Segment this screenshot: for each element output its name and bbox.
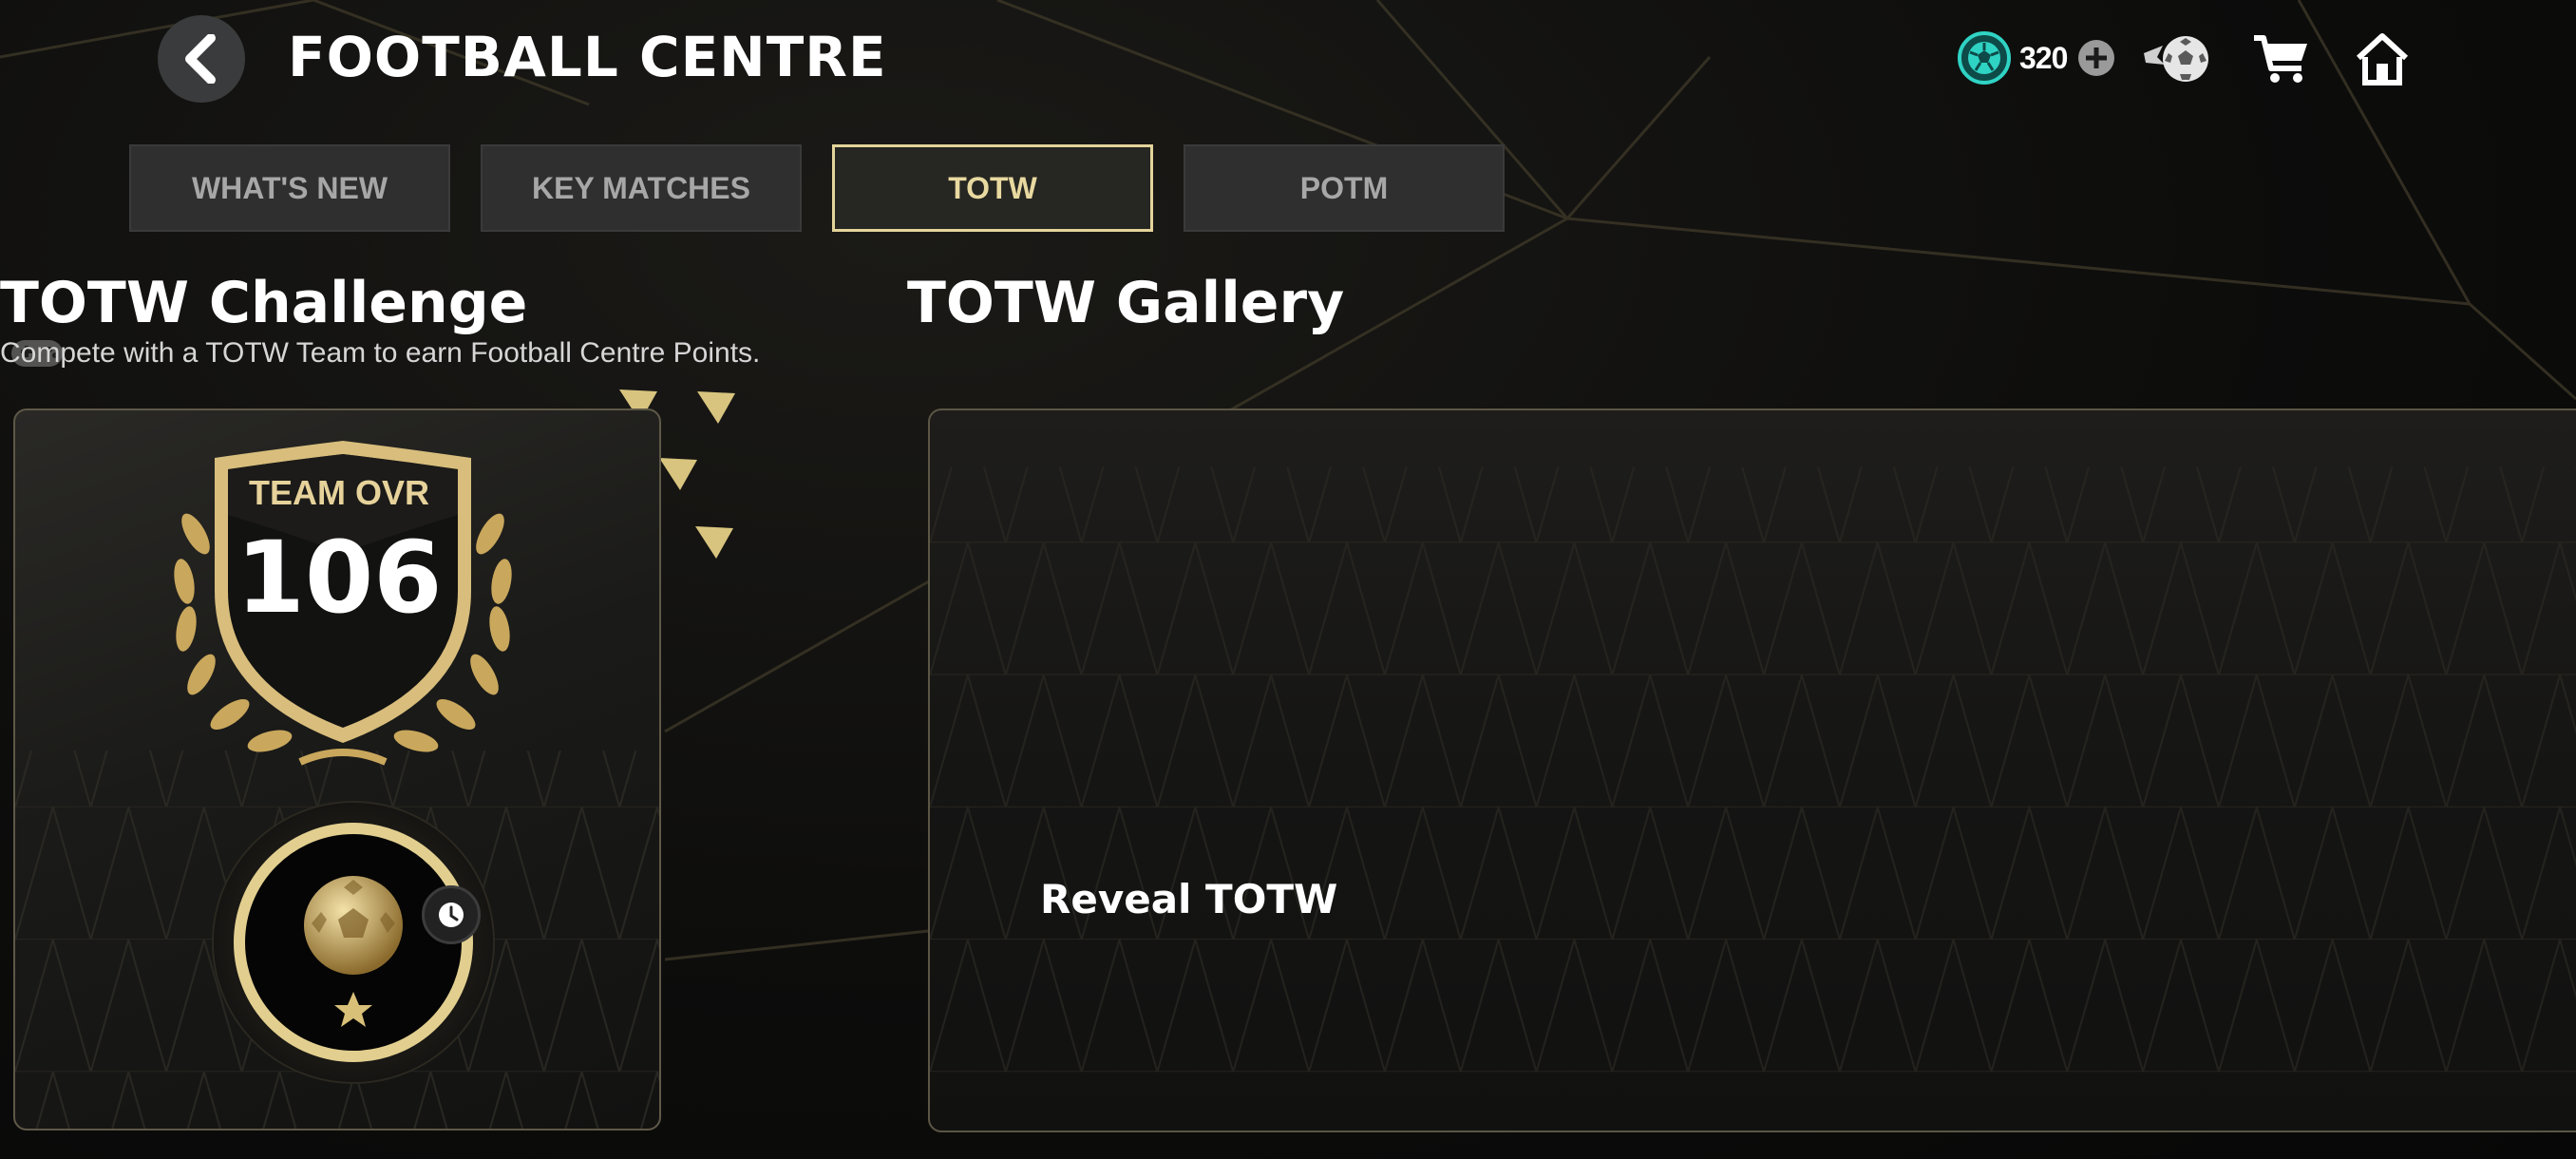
tab-bar: WHAT'S NEW KEY MATCHES TOTW POTM <box>129 144 1505 232</box>
football-points-balance[interactable]: 320 <box>1957 28 2116 87</box>
ball-rewards-icon <box>2144 36 2208 82</box>
football-centre-screen: FOOTBALL CENTRE 320 WHAT'S NEW KEY MATCH… <box>0 0 2576 1159</box>
football-points-icon <box>1958 31 2011 85</box>
home-button[interactable] <box>2346 23 2418 95</box>
timer-badge <box>422 885 481 944</box>
totw-gallery-title: TOTW Gallery <box>907 270 1345 336</box>
tab-totw[interactable]: TOTW <box>832 144 1153 232</box>
cart-icon <box>2254 35 2307 83</box>
tab-whats-new[interactable]: WHAT'S NEW <box>129 144 450 232</box>
home-icon <box>2356 33 2409 86</box>
tab-potm[interactable]: POTM <box>1184 144 1505 232</box>
tab-key-matches[interactable]: KEY MATCHES <box>481 144 802 232</box>
store-button[interactable] <box>2245 23 2318 95</box>
rewards-button[interactable] <box>2141 23 2213 95</box>
page-title: FOOTBALL CENTRE <box>288 25 887 89</box>
clock-icon <box>439 902 464 927</box>
totw-challenge-card[interactable]: TEAM OVR 106 <box>13 408 661 1130</box>
chevron-left-icon <box>185 34 216 84</box>
totw-challenge-title: TOTW Challenge <box>0 270 528 336</box>
gallery-pattern <box>930 466 2576 1073</box>
currency-value: 320 <box>2019 40 2068 75</box>
plus-circle-icon[interactable] <box>2076 38 2116 78</box>
gold-spark-decoration <box>697 391 735 424</box>
totw-gallery-card[interactable]: Reveal TOTW <box>928 408 2576 1132</box>
totw-challenge-description: Compete with a TOTW Team to earn Footbal… <box>0 337 761 369</box>
team-ovr-value: 106 <box>236 520 443 636</box>
reveal-totw-label: Reveal TOTW <box>1040 876 1338 922</box>
gold-spark-decoration <box>659 458 697 490</box>
gold-spark-decoration <box>695 526 733 559</box>
back-button[interactable] <box>158 15 245 103</box>
team-ovr-label: TEAM OVR <box>248 473 429 512</box>
reward-emblem <box>212 801 495 1084</box>
